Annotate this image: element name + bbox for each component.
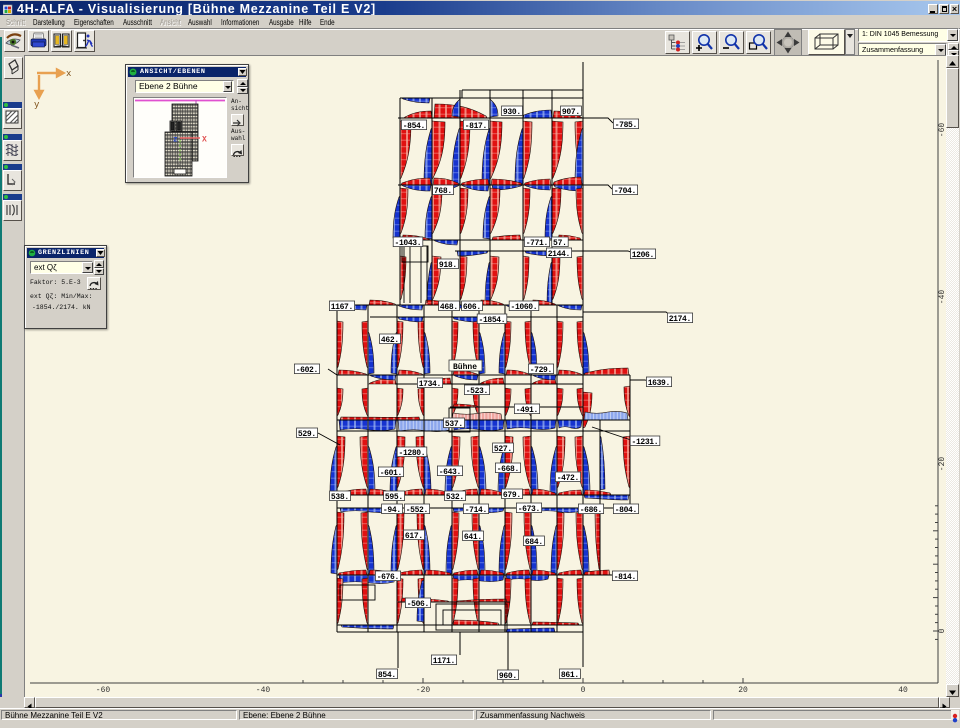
- svg-text:x: x: [178, 162, 182, 169]
- svg-text:X: X: [202, 136, 207, 145]
- svg-text:z: z: [173, 136, 178, 145]
